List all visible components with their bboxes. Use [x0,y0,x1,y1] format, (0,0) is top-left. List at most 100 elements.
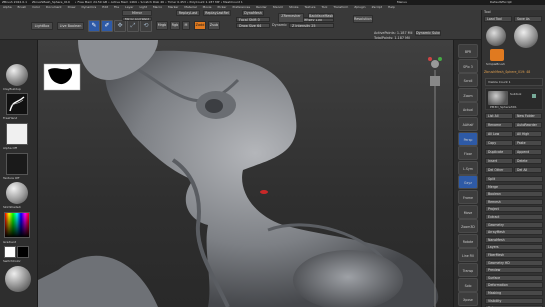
switch-color-button[interactable]: SwitchColor [3,259,21,264]
tool-geometry-button[interactable]: Geometry [485,221,543,228]
tool-nano-mesh-button[interactable]: NanoMesh [485,236,543,243]
tool-deformation-button[interactable]: Deformation [485,282,543,289]
menu-tool[interactable]: Tool [318,5,330,9]
menu-help[interactable]: Help [385,5,398,9]
replay-last-button[interactable]: ReplayLast [176,10,200,16]
eye-icon[interactable] [532,94,536,98]
resolution-button[interactable]: Resolution 256 [353,15,373,23]
tool-boolean-button[interactable]: Boolean [485,191,543,198]
right-shelf-spix-button[interactable]: SPix 3 [458,58,478,73]
subtool-list[interactable]: Subtool PM3D_Sphere3D1 [485,88,543,110]
right-shelf-move-button[interactable]: Move [458,204,478,219]
tool-all-low-button[interactable]: All Low [485,131,513,137]
tool-del-other-button[interactable]: Del Other [485,167,513,173]
menu-document[interactable]: Document [43,5,65,9]
edit-mode-button[interactable]: ✎ [88,20,100,32]
right-shelf-zoom-button[interactable]: Zoom [458,87,478,102]
menu-macro[interactable]: Macro [150,5,165,9]
mirror-button[interactable]: Mirror [122,10,152,16]
tool-fiber-mesh-button[interactable]: FiberMesh [485,252,543,258]
menu-stroke[interactable]: Stroke [286,5,302,9]
tool-preview-button[interactable]: Preview [485,267,543,274]
visible-count-slider[interactable]: Visible Count 1 [485,78,543,86]
tool-masking-button[interactable]: Masking [485,290,543,296]
right-shelf-rotate-button[interactable]: Rotate [458,233,478,248]
right-shelf-line-fill-button[interactable]: Line Fill PolyF [458,248,478,263]
tool-del-all-button[interactable]: Del All [514,167,542,173]
rotate-mode-button[interactable]: ⟲ [140,20,152,32]
right-shelf-zoom3d-button[interactable]: Zoom3D [458,219,478,234]
menu-dynamics[interactable]: Dynamics [78,5,99,9]
load-tool-button[interactable]: Load Tool [484,16,512,22]
alternate-material-sphere[interactable] [5,266,31,292]
tool-thumb-sphere[interactable] [514,24,538,48]
tool-array-mesh-button[interactable]: ArrayMesh [485,229,543,236]
tool-geometry-hd-button[interactable]: Geometry HD [485,259,543,266]
tool-split-button[interactable]: Split [485,176,543,182]
tool-merge-button[interactable]: Merge [485,183,543,190]
menu-file[interactable]: File [111,5,122,9]
tool-rename-button[interactable]: Rename [485,122,513,128]
right-shelf-xpose-button[interactable]: Xpose [458,292,478,307]
right-shelf-scroll-button[interactable]: Scroll [458,73,478,88]
menu-layer[interactable]: Layer [122,5,136,9]
menu-material[interactable]: Material [181,5,199,9]
menu-edit[interactable]: Edit [99,5,111,9]
brush-preview-sphere[interactable] [6,64,28,86]
zsub-button[interactable]: Zsub [208,21,220,30]
backface-mask-button[interactable]: BackfaceMask [308,13,334,19]
menu-zscript[interactable]: Zscript [369,5,385,9]
color-picker[interactable] [4,212,30,238]
current-tool-thumb[interactable] [486,26,506,46]
alpha-preview[interactable] [6,123,28,145]
menu-render[interactable]: Render [253,5,270,9]
tool-project-button[interactable]: Project [485,206,543,213]
right-shelf-transp-button[interactable]: Transp [458,263,478,277]
tool-copy-button[interactable]: Copy [485,140,513,146]
mirror-and-weld-button[interactable]: Mirror And Weld [122,17,152,21]
tool-paste-button[interactable]: Paste [514,140,542,146]
menu-draw[interactable]: Draw [65,5,79,9]
right-shelf-lsym-button[interactable]: L.Sym [458,160,478,175]
lightbox-button[interactable]: LightBox [31,22,53,30]
tool-layers-button[interactable]: Layers [485,244,543,251]
scale-mode-button[interactable]: ⤢ [127,20,139,32]
canvas-viewport[interactable] [38,40,453,307]
save-as-button[interactable]: Save As [514,16,542,22]
menu-marker[interactable]: Marker [165,5,181,9]
dynamic-toggle[interactable]: Dynamic [272,23,287,28]
move-mode-button[interactable]: ✥ [114,20,126,32]
right-shelf-floor-button[interactable]: Floor [458,146,478,161]
dynamic-subdiv-button[interactable]: Dynamic Subdiv [415,30,441,36]
tool-insert-button[interactable]: Insert [485,158,513,164]
menu-texture[interactable]: Texture [302,5,319,9]
replay-last-rel-button[interactable]: ReplayLastRel [203,10,231,16]
tool-new-folder-button[interactable]: New Folder [514,113,542,119]
menu-alpha[interactable]: Alpha [0,5,15,9]
tool-append-button[interactable]: Append [514,149,542,155]
menu-brush[interactable]: Brush [15,5,30,9]
stroke-preview[interactable] [6,93,28,115]
live-boolean-button[interactable]: Live Boolean [57,22,84,30]
zadd-button[interactable]: Zadd [194,21,206,30]
right-shelf-solo-button[interactable]: Solo [458,277,478,292]
draw-mode-button[interactable]: ✐ [101,20,113,32]
texture-preview[interactable] [6,153,28,175]
m-button[interactable]: M [182,21,190,30]
menu-picker[interactable]: Picker [215,5,230,9]
tool-delete-button[interactable]: Delete [514,158,542,164]
tool-auto-reorder-button[interactable]: AutoReorder [514,122,542,128]
menu-stencil[interactable]: Stencil [270,5,286,9]
tool-visibility-button[interactable]: Visibility [485,297,543,304]
menu-light[interactable]: Light [136,5,150,9]
tool-duplicate-button[interactable]: Duplicate [485,149,513,155]
right-shelf-aahalf-button[interactable]: AAHalf [458,117,478,131]
draw-size-slider[interactable]: Draw Size 64 [236,23,270,28]
right-shelf-bpr-button[interactable]: BPR [458,44,478,58]
focal-shift-slider[interactable]: Focal Shift 0 [236,17,270,22]
tool-extract-button[interactable]: Extract [485,214,543,220]
main-color-swatch[interactable] [4,246,16,258]
menu-preferences[interactable]: Preferences [229,5,253,9]
mrgb-button[interactable]: Mrgb [156,21,168,30]
menu-zplugin[interactable]: Zplugin [351,5,368,9]
